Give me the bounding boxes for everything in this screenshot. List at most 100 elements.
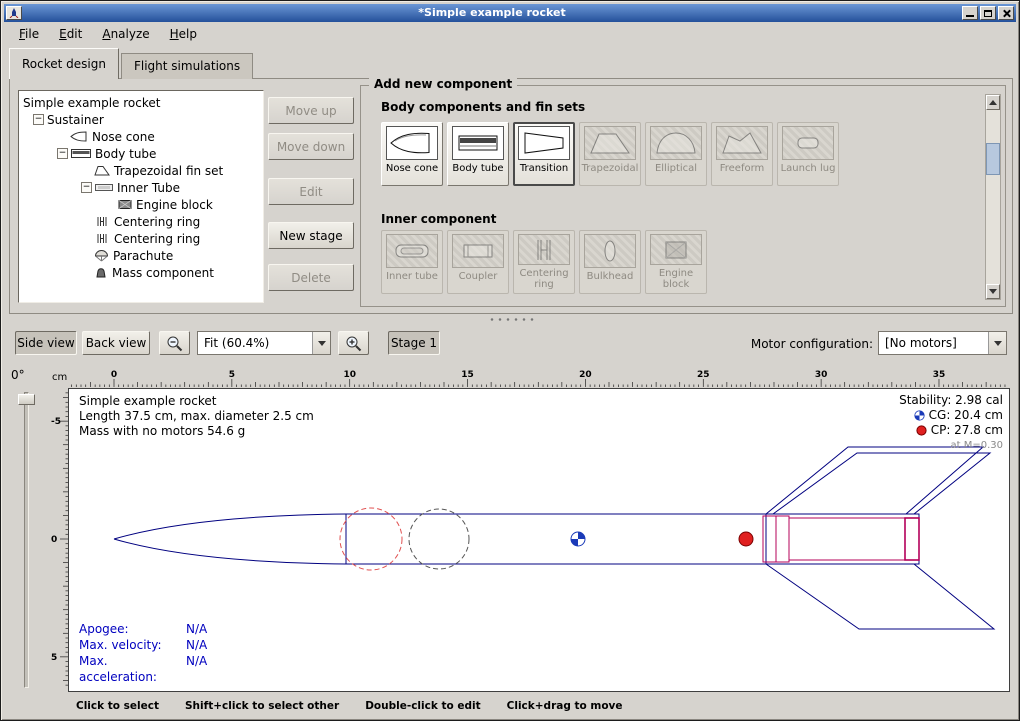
- svg-text:5: 5: [229, 370, 235, 380]
- menu-help[interactable]: Help: [161, 25, 206, 43]
- cp-marker: [739, 532, 753, 546]
- menu-file[interactable]: File: [10, 25, 48, 43]
- add-coupler-button: Coupler: [447, 230, 509, 294]
- component-tree[interactable]: Simple example rocket−SustainerNose cone…: [18, 90, 264, 303]
- window-menu-icon[interactable]: [6, 6, 22, 20]
- tree-item-simple-example-rocket[interactable]: Simple example rocket: [19, 94, 263, 111]
- tree-item-inner-tube[interactable]: −Inner Tube: [19, 179, 263, 196]
- zoom-out-button[interactable]: [159, 331, 190, 355]
- inner-components-row: Inner tubeCouplerCentering ringBulkheadE…: [381, 230, 707, 294]
- title-bar[interactable]: *Simple example rocket: [4, 4, 1016, 22]
- close-icon: [1002, 9, 1011, 18]
- body-components-row: Nose coneBody tubeTransitionTrapezoidalE…: [381, 122, 839, 186]
- menu-bar: File Edit Analyze Help: [4, 23, 1016, 44]
- tree-item-centering-ring[interactable]: Centering ring: [19, 213, 263, 230]
- menu-analyze[interactable]: Analyze: [93, 25, 158, 43]
- stability-value: Stability: 2.98 cal: [899, 393, 1003, 408]
- add-body-tube-button[interactable]: Body tube: [447, 122, 509, 186]
- collapse-icon[interactable]: −: [57, 148, 68, 159]
- flight-results: Apogee:N/A Max. velocity:N/A Max. accele…: [79, 621, 207, 685]
- maximize-button[interactable]: [980, 6, 996, 20]
- svg-text:30: 30: [815, 370, 828, 380]
- tab-rocket-design[interactable]: Rocket design: [9, 48, 119, 79]
- hint-double-click: Double-click to edit: [365, 700, 480, 712]
- rotation-slider-thumb[interactable]: [18, 394, 35, 405]
- innertube2-icon: [386, 234, 438, 268]
- motor-configuration-select[interactable]: [No motors]: [878, 331, 1007, 355]
- pane-splitter[interactable]: [9, 314, 1013, 324]
- bulkhead-icon: [584, 234, 636, 268]
- bodytube-icon: [71, 148, 91, 159]
- add-inner-tube-button: Inner tube: [381, 230, 443, 294]
- move-down-button: Move down: [268, 133, 354, 160]
- tree-item-mass-component[interactable]: Mass component: [19, 264, 263, 281]
- cg-icon: [914, 410, 925, 421]
- parachute-outline[interactable]: [340, 508, 402, 570]
- scroll-up-icon[interactable]: [986, 95, 1000, 110]
- collapse-icon[interactable]: −: [33, 114, 44, 125]
- component-scrollbar[interactable]: [985, 94, 1001, 300]
- tree-item-engine-block[interactable]: Engine block: [19, 196, 263, 213]
- tree-item-trapezoidal-fin-set[interactable]: Trapezoidal fin set: [19, 162, 263, 179]
- max-velocity-label: Max. velocity:: [79, 637, 186, 653]
- svg-text:-5: -5: [51, 417, 61, 427]
- tab-flight-simulations[interactable]: Flight simulations: [121, 53, 253, 79]
- hint-click-select: Click to select: [76, 700, 159, 712]
- stage-1-toggle[interactable]: Stage 1: [388, 331, 440, 355]
- chevron-down-icon[interactable]: [988, 332, 1006, 354]
- menu-edit[interactable]: Edit: [50, 25, 91, 43]
- scroll-down-icon[interactable]: [986, 284, 1000, 299]
- add-launch-lug-button: Launch lug: [777, 122, 839, 186]
- cg-value: CG: 20.4 cm: [929, 408, 1003, 423]
- add-freeform-button: Freeform: [711, 122, 773, 186]
- close-button[interactable]: [998, 6, 1014, 20]
- back-view-button[interactable]: Back view: [82, 331, 150, 355]
- mass-icon: [94, 267, 108, 278]
- svg-text:5: 5: [51, 653, 57, 663]
- add-transition-button[interactable]: Transition: [513, 122, 575, 186]
- tree-item-parachute[interactable]: Parachute: [19, 247, 263, 264]
- hint-shift-click: Shift+click to select other: [185, 700, 339, 712]
- svg-text:0: 0: [111, 370, 117, 380]
- motor-configuration-value: [No motors]: [879, 336, 988, 350]
- side-view-button[interactable]: Side view: [15, 331, 77, 355]
- tree-item-body-tube[interactable]: −Body tube: [19, 145, 263, 162]
- innertube-icon: [95, 182, 113, 193]
- zoom-in-icon: [345, 335, 362, 352]
- rotation-slider[interactable]: [24, 392, 29, 688]
- trapezoidal-icon: [584, 126, 636, 160]
- zoom-in-button[interactable]: [338, 331, 369, 355]
- rocket-name: Simple example rocket: [79, 394, 314, 409]
- parachute-icon: [94, 250, 109, 262]
- chevron-down-icon[interactable]: [312, 332, 330, 354]
- zoom-out-icon: [166, 335, 183, 352]
- cp-value: CP: 27.8 cm: [931, 423, 1003, 438]
- delete-button: Delete: [268, 264, 354, 291]
- collapse-icon[interactable]: −: [81, 182, 92, 193]
- tree-item-centering-ring[interactable]: Centering ring: [19, 230, 263, 247]
- application-window: *Simple example rocket File Edit Analyze…: [0, 0, 1020, 721]
- body-components-label: Body components and fin sets: [381, 100, 585, 114]
- transition-icon: [518, 126, 570, 160]
- add-engine-block-button: Engine block: [645, 230, 707, 294]
- add-nose-cone-button[interactable]: Nose cone: [381, 122, 443, 186]
- vertical-ruler: -5 0 5: [50, 389, 68, 691]
- minimize-button[interactable]: [962, 6, 978, 20]
- rocket-canvas[interactable]: Simple example rocket Length 37.5 cm, ma…: [68, 388, 1010, 692]
- apogee-label: Apogee:: [79, 621, 186, 637]
- add-centering-ring-button: Centering ring: [513, 230, 575, 294]
- engineblock2-icon: [650, 234, 702, 265]
- max-acceleration-label: Max. acceleration:: [79, 653, 186, 685]
- zoom-select[interactable]: Fit (60.4%): [197, 331, 331, 355]
- new-stage-button[interactable]: New stage: [268, 222, 354, 249]
- mach-note: at M=0.30: [899, 438, 1003, 453]
- svg-text:0: 0: [51, 535, 57, 545]
- main-tabs: Rocket design Flight simulations: [9, 48, 255, 79]
- tree-item-sustainer[interactable]: −Sustainer: [19, 111, 263, 128]
- scrollbar-thumb[interactable]: [986, 143, 1000, 175]
- svg-text:10: 10: [343, 370, 356, 380]
- finset-icon: [94, 165, 110, 176]
- tree-item-nose-cone[interactable]: Nose cone: [19, 128, 263, 145]
- window-title: *Simple example rocket: [22, 5, 962, 21]
- mass-component-outline[interactable]: [409, 509, 469, 569]
